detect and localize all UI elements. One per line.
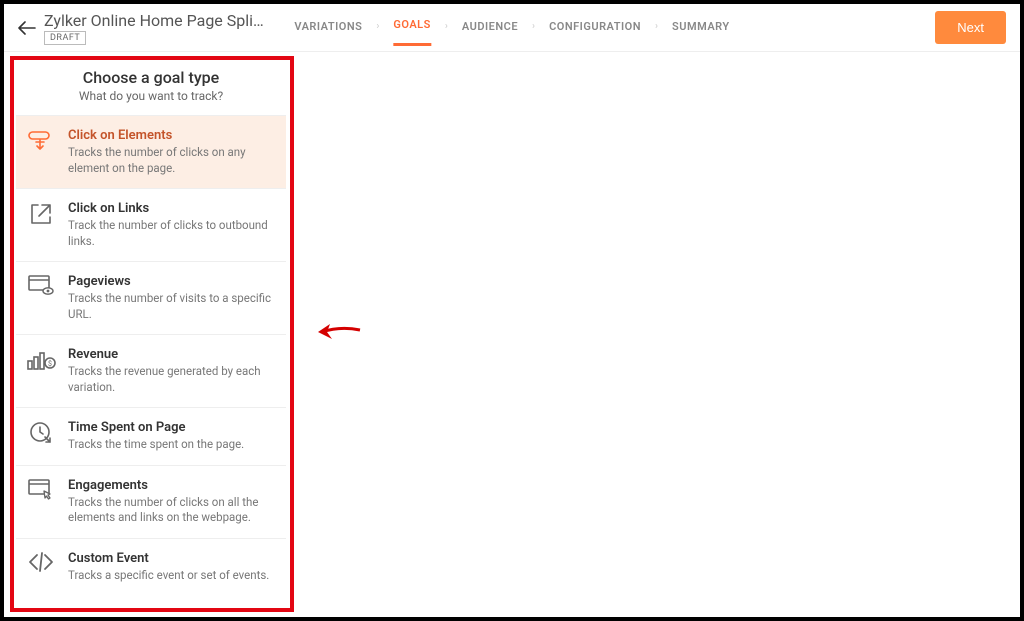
- goal-click-on-links[interactable]: Click on Links Track the number of click…: [16, 188, 286, 261]
- crumb-summary[interactable]: SUMMARY: [672, 20, 730, 45]
- clock-icon: [26, 420, 56, 450]
- goal-desc: Tracks the time spent on the page.: [68, 437, 244, 453]
- next-button[interactable]: Next: [935, 11, 1006, 44]
- pageviews-icon: [26, 274, 56, 304]
- goal-title: Engagements: [68, 478, 276, 493]
- panel-title: Choose a goal type: [16, 68, 286, 87]
- goal-pageviews[interactable]: Pageviews Tracks the number of visits to…: [16, 261, 286, 334]
- goal-revenue[interactable]: $ Revenue Tracks the revenue generated b…: [16, 334, 286, 407]
- goal-click-on-elements[interactable]: Click on Elements Tracks the number of c…: [16, 115, 286, 188]
- topbar: Zylker Online Home Page Spli… DRAFT VARI…: [4, 4, 1020, 52]
- svg-text:$: $: [48, 360, 52, 368]
- goal-desc: Tracks the number of clicks on any eleme…: [68, 145, 276, 176]
- click-element-icon: [26, 128, 56, 158]
- goal-title: Custom Event: [68, 551, 269, 566]
- goal-desc: Tracks a specific event or set of events…: [68, 568, 269, 584]
- goal-type-panel: Choose a goal type What do you want to t…: [16, 60, 286, 595]
- panel-subtitle: What do you want to track?: [16, 89, 286, 103]
- external-link-icon: [26, 201, 56, 231]
- back-arrow-icon[interactable]: [18, 21, 36, 35]
- panel-header: Choose a goal type What do you want to t…: [16, 60, 286, 115]
- goal-custom-event[interactable]: Custom Event Tracks a specific event or …: [16, 538, 286, 596]
- goal-title: Click on Elements: [68, 128, 276, 143]
- code-icon: [26, 551, 56, 581]
- goal-desc: Tracks the number of visits to a specifi…: [68, 291, 276, 322]
- goal-time-spent[interactable]: Time Spent on Page Tracks the time spent…: [16, 407, 286, 465]
- annotation-arrow-icon: [316, 320, 362, 344]
- chevron-right-icon: ›: [445, 21, 448, 44]
- goal-title: Click on Links: [68, 201, 276, 216]
- revenue-icon: $: [26, 347, 56, 377]
- page-title: Zylker Online Home Page Spli…: [44, 11, 264, 30]
- goal-list: Click on Elements Tracks the number of c…: [16, 115, 286, 595]
- chevron-right-icon: ›: [376, 21, 379, 44]
- goal-desc: Track the number of clicks to outbound l…: [68, 218, 276, 249]
- crumb-audience[interactable]: AUDIENCE: [462, 20, 518, 45]
- goal-engagements[interactable]: Engagements Tracks the number of clicks …: [16, 465, 286, 538]
- status-badge: DRAFT: [44, 31, 86, 45]
- breadcrumb: VARIATIONS › GOALS › AUDIENCE › CONFIGUR…: [294, 18, 729, 46]
- engagements-icon: [26, 478, 56, 508]
- crumb-configuration[interactable]: CONFIGURATION: [549, 20, 641, 45]
- crumb-variations[interactable]: VARIATIONS: [294, 20, 362, 45]
- chevron-right-icon: ›: [655, 21, 658, 44]
- goal-title: Revenue: [68, 347, 276, 362]
- crumb-goals[interactable]: GOALS: [393, 18, 430, 46]
- goal-desc: Tracks the number of clicks on all the e…: [68, 495, 276, 526]
- goal-title: Time Spent on Page: [68, 420, 244, 435]
- title-block: Zylker Online Home Page Spli… DRAFT: [44, 11, 264, 45]
- chevron-right-icon: ›: [532, 21, 535, 44]
- goal-title: Pageviews: [68, 274, 276, 289]
- goal-desc: Tracks the revenue generated by each var…: [68, 364, 276, 395]
